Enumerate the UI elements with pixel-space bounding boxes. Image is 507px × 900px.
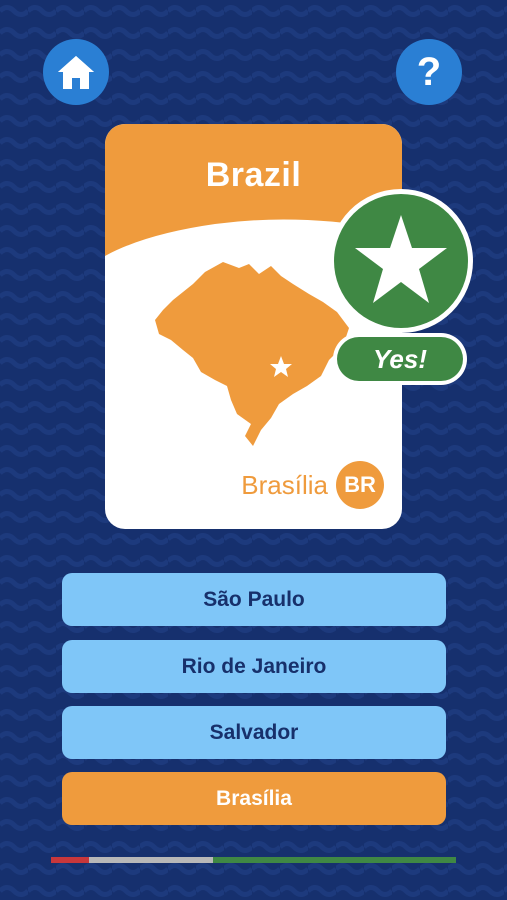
help-button[interactable]: ? <box>396 39 462 105</box>
country-card: Brazil Brasília BR <box>105 124 402 529</box>
answer-label: Rio de Janeiro <box>181 654 327 678</box>
result-badge <box>329 189 473 333</box>
country-name: Brazil <box>205 156 302 194</box>
star-icon <box>355 215 447 303</box>
answer-label: Salvador <box>209 720 299 744</box>
progress-segment-wrong <box>51 857 90 863</box>
quiz-progress-bar <box>51 857 456 863</box>
answer-label: Brasília <box>216 786 292 810</box>
progress-segment-correct <box>212 857 456 863</box>
answer-button-3[interactable]: Salvador <box>62 706 446 759</box>
answer-button-4-selected[interactable]: Brasília <box>62 772 446 825</box>
answer-label: São Paulo <box>203 587 305 611</box>
result-label: Yes! <box>337 337 463 381</box>
capital-name: Brasília <box>241 469 328 500</box>
answer-button-1[interactable]: São Paulo <box>62 573 446 626</box>
brazil-map <box>155 262 349 446</box>
progress-segment-skipped <box>89 857 213 863</box>
question-mark-icon: ? <box>416 50 442 94</box>
home-button[interactable] <box>43 39 109 105</box>
country-code-badge: BR <box>336 461 384 509</box>
result-label-pill: Yes! <box>333 333 467 385</box>
answer-button-2[interactable]: Rio de Janeiro <box>62 640 446 693</box>
capital-row: Brasília BR <box>241 461 384 509</box>
home-icon <box>58 56 94 89</box>
